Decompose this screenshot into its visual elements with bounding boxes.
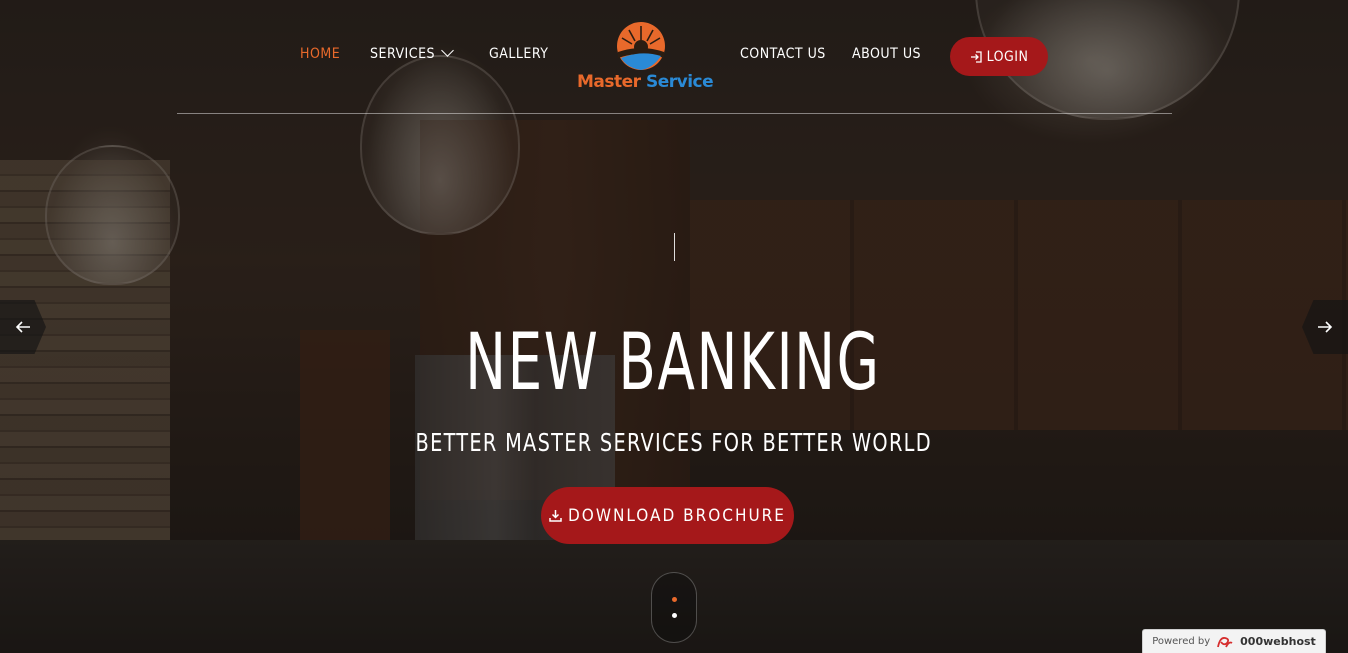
login-icon bbox=[970, 50, 982, 63]
nav-item-services[interactable]: SERVICES bbox=[370, 44, 454, 62]
nav-item-home[interactable]: HOME bbox=[300, 46, 340, 62]
decorative-vertical-line bbox=[674, 233, 675, 261]
nav-item-services-label: SERVICES bbox=[370, 46, 436, 62]
scroll-dot-active bbox=[672, 597, 677, 602]
scroll-indicator[interactable] bbox=[651, 572, 697, 643]
sun-wave-logo-icon bbox=[617, 22, 665, 70]
scroll-dot bbox=[672, 613, 677, 618]
site-logo[interactable]: Master Service bbox=[577, 20, 714, 100]
arrow-left-icon bbox=[15, 321, 30, 333]
000webhost-logo-icon bbox=[1217, 636, 1233, 647]
main-navigation: HOME SERVICES GALLERY Master Service CON… bbox=[0, 0, 1348, 114]
login-label: LOGIN bbox=[986, 48, 1029, 65]
powered-by-brand: 000webhost bbox=[1240, 635, 1316, 648]
nav-item-about-us[interactable]: ABOUT US bbox=[852, 46, 921, 62]
nav-item-gallery[interactable]: GALLERY bbox=[489, 46, 548, 62]
download-brochure-button[interactable]: DOWNLOAD BROCHURE bbox=[541, 487, 794, 544]
download-icon bbox=[549, 510, 562, 522]
powered-by-label: Powered by bbox=[1152, 636, 1211, 647]
powered-by-badge[interactable]: Powered by 000webhost bbox=[1142, 629, 1326, 653]
arrow-right-icon bbox=[1318, 321, 1333, 333]
nav-divider bbox=[177, 113, 1172, 114]
download-brochure-label: DOWNLOAD BROCHURE bbox=[568, 505, 786, 526]
chevron-down-icon bbox=[441, 44, 454, 57]
hero-headline: NEW BANKING bbox=[465, 318, 881, 408]
logo-word-master: Master bbox=[577, 72, 641, 92]
nav-item-contact-us[interactable]: CONTACT US bbox=[740, 46, 826, 62]
login-button[interactable]: LOGIN bbox=[950, 37, 1048, 76]
hero-subheadline: BETTER MASTER SERVICES FOR BETTER WORLD bbox=[415, 428, 932, 457]
hero-section: HOME SERVICES GALLERY Master Service CON… bbox=[0, 0, 1348, 653]
logo-wordmark: Master Service bbox=[577, 72, 714, 92]
logo-word-service: Service bbox=[645, 72, 714, 92]
